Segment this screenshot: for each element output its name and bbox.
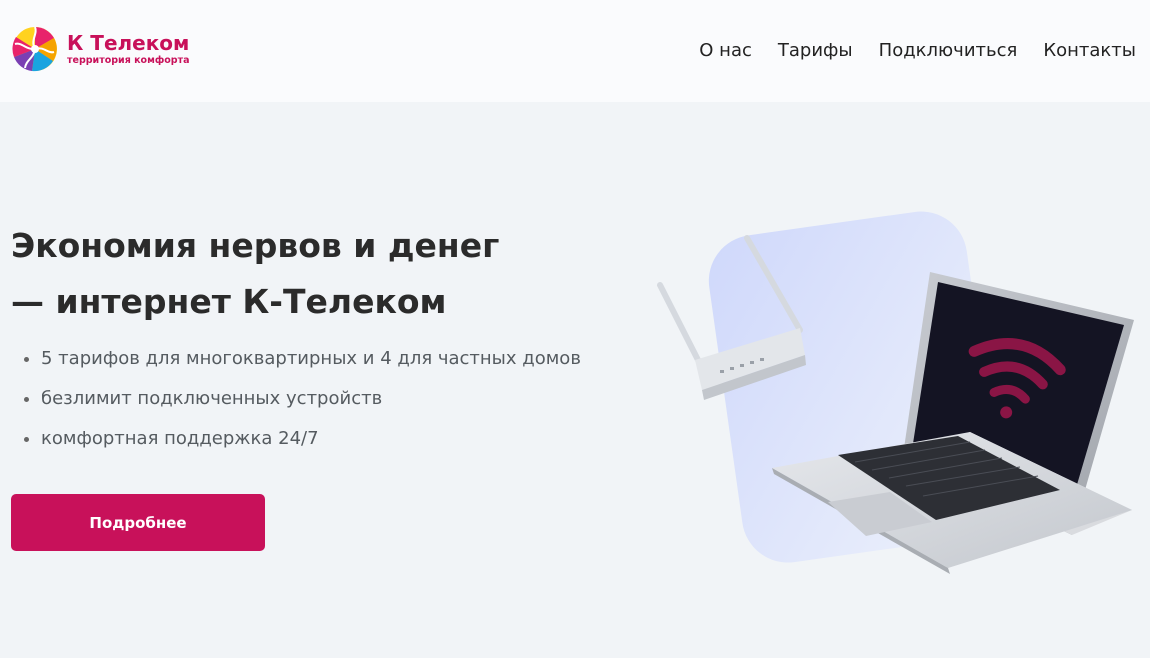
feature-item: безлимит подключенных устройств <box>20 379 581 419</box>
hero-title-line-1: Экономия нервов и денег <box>11 226 500 265</box>
site-logo[interactable]: К Телеком территория комфорта <box>10 24 190 74</box>
logo-title: К Телеком <box>67 31 190 55</box>
nav-item-tariffs[interactable]: Тарифы <box>778 39 853 63</box>
nav-item-about[interactable]: О нас <box>699 39 752 63</box>
hero-title-line-2: — интернет К-Телеком <box>11 282 447 321</box>
nav-item-contacts[interactable]: Контакты <box>1043 39 1136 63</box>
features-list: 5 тарифов для многоквартирных и 4 для ча… <box>20 339 581 459</box>
nav-item-connect[interactable]: Подключиться <box>879 39 1018 63</box>
feature-item: 5 тарифов для многоквартирных и 4 для ча… <box>20 339 581 379</box>
main-nav: О нас Тарифы Подключиться Контакты <box>699 39 1136 63</box>
logo-text: К Телеком территория комфорта <box>67 32 190 66</box>
site-header: К Телеком территория комфорта О нас Тари… <box>0 0 1150 102</box>
more-button[interactable]: Подробнее <box>11 494 265 551</box>
feature-item: комфортная поддержка 24/7 <box>20 419 581 459</box>
hero-title: Экономия нервов и денег — интернет К-Тел… <box>11 218 631 330</box>
logo-subtitle: территория комфорта <box>67 55 190 66</box>
k-telecom-logo-icon <box>12 26 57 72</box>
hero-illustration <box>657 211 1134 574</box>
